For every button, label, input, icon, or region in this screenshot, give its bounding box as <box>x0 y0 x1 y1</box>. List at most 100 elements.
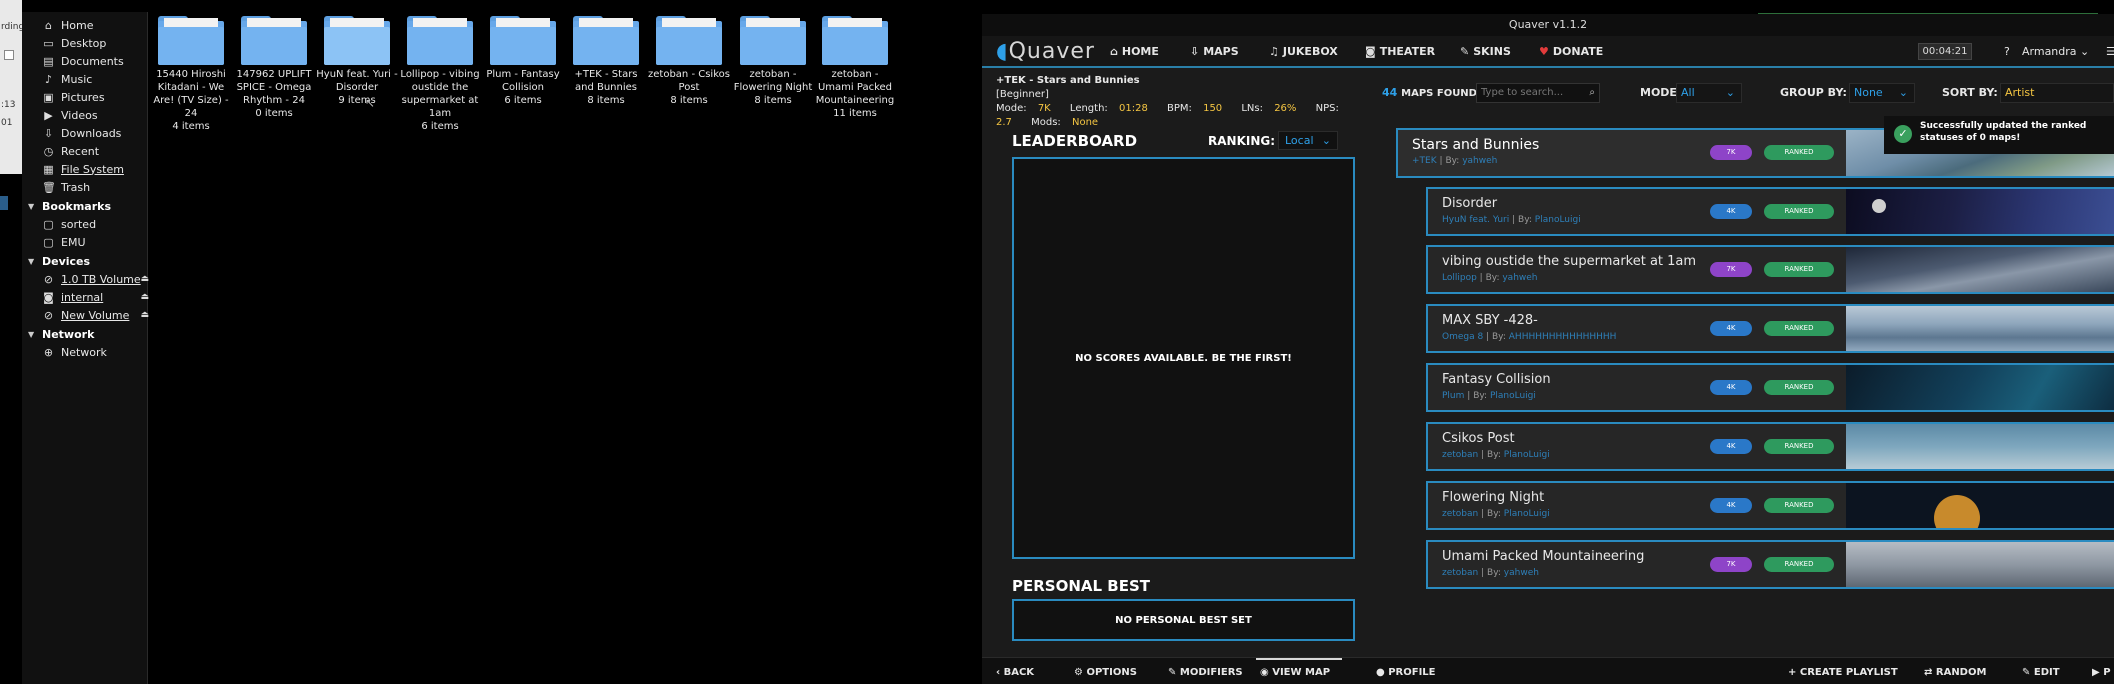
nav-donate[interactable]: ♥ DONATE <box>1539 45 1603 58</box>
nav-label: THEATER <box>1379 45 1436 58</box>
sidebar-item-1tb-volume[interactable]: ⊘ 1.0 TB Volume ⏏ <box>42 270 149 288</box>
sidebar-item-internal[interactable]: ◙ internal ⏏ <box>42 288 149 306</box>
folder-item[interactable]: zetoban - Csikos Post 8 items <box>647 12 731 107</box>
bookmarks-header[interactable]: ▼ Bookmarks <box>28 197 111 215</box>
back-button[interactable]: ‹ BACK <box>996 667 1034 678</box>
sidebar-item-desktop[interactable]: ▭ Desktop <box>42 34 106 52</box>
status-badge: RANKED <box>1764 204 1834 219</box>
sort-by-select[interactable]: Artist <box>2000 83 2114 103</box>
folder-icon <box>241 12 307 66</box>
song-card[interactable]: vibing oustide the supermarket at 1am Lo… <box>1426 245 2114 294</box>
song-banner <box>1846 542 2114 587</box>
status-badge: RANKED <box>1764 498 1834 513</box>
nav-skins[interactable]: ✎ SKINS <box>1460 45 1511 58</box>
sidebar-item-downloads[interactable]: ⇩ Downloads <box>42 124 122 142</box>
sidebar-item-file-system[interactable]: ▦ File System <box>42 160 124 178</box>
options-button[interactable]: ⚙ OPTIONS <box>1074 667 1137 678</box>
folder-count: 8 items <box>670 95 708 106</box>
song-banner <box>1846 306 2114 351</box>
eject-icon[interactable]: ⏏ <box>140 310 149 320</box>
edge-selection <box>0 196 8 210</box>
nav-label: MAPS <box>1203 45 1239 58</box>
folder-icon <box>324 12 390 66</box>
folder-item[interactable]: 15440 Hiroshi Kitadani - We Are! (TV Siz… <box>149 12 233 133</box>
help-button[interactable]: ? <box>2004 45 2010 58</box>
sidebar-item-pictures[interactable]: ▣ Pictures <box>42 88 104 106</box>
sidebar-item-documents[interactable]: ▤ Documents <box>42 52 123 70</box>
eject-icon[interactable]: ⏏ <box>140 274 149 284</box>
nav-jukebox[interactable]: ♫ JUKEBOX <box>1269 45 1338 58</box>
edge-checkbox[interactable] <box>4 50 14 60</box>
button-label: RANDOM <box>1935 667 1987 678</box>
menu-icon[interactable]: ☰ <box>2106 45 2114 58</box>
sidebar-item-network[interactable]: ⊕ Network <box>42 343 107 361</box>
moon-shape <box>1934 495 1980 528</box>
nav-label: DONATE <box>1552 45 1604 58</box>
devices-header[interactable]: ▼ Devices <box>28 252 90 270</box>
create-playlist-button[interactable]: + CREATE PLAYLIST <box>1788 667 1898 678</box>
personal-best-title: PERSONAL BEST <box>1012 577 1151 595</box>
profile-button[interactable]: ● PROFILE <box>1376 667 1436 678</box>
sidebar-item-emu[interactable]: ▢ EMU <box>42 233 85 251</box>
folder-item[interactable]: 147962 UPLIFT SPICE - Omega Rhythm - 24 0… <box>232 12 316 120</box>
nav-maps[interactable]: ⇩ MAPS <box>1190 45 1239 58</box>
folder-name: 147962 UPLIFT SPICE - Omega Rhythm - 24 <box>236 69 312 106</box>
documents-icon: ▤ <box>43 54 54 68</box>
random-button[interactable]: ⇄ RANDOM <box>1924 667 1986 678</box>
sidebar-item-videos[interactable]: ▶ Videos <box>42 106 97 124</box>
keys-badge: 7K <box>1710 262 1752 277</box>
folder-count: 11 items <box>833 108 877 119</box>
sidebar-item-home[interactable]: ⌂ Home <box>42 16 93 34</box>
song-card[interactable]: Flowering Night zetoban | By: PlanoLuigi… <box>1426 481 2114 530</box>
sidebar-item-music[interactable]: ♪ Music <box>42 70 92 88</box>
song-card[interactable]: Csikos Post zetoban | By: PlanoLuigi 4K … <box>1426 422 2114 471</box>
modifiers-button[interactable]: ✎ MODIFIERS <box>1168 667 1243 678</box>
folder-item[interactable]: Plum - Fantasy Collision 6 items <box>481 12 565 107</box>
mods-stat: Mods: None <box>1031 117 1099 128</box>
folder-item[interactable]: Lollipop - vibing oustide the supermarke… <box>398 12 482 133</box>
view-map-button[interactable]: ◉ VIEW MAP <box>1260 667 1330 678</box>
sidebar-item-label: internal <box>61 290 104 304</box>
song-card[interactable]: Disorder HyuN feat. Yuri | By: PlanoLuig… <box>1426 187 2114 236</box>
keys-badge: 4K <box>1710 321 1752 336</box>
mode-select[interactable]: All ⌄ <box>1676 83 1742 103</box>
folder-item[interactable]: HyuN feat. Yuri - Disorder 9 items <box>315 12 399 107</box>
search-input[interactable]: Type to search... ⌕ <box>1476 83 1600 103</box>
sidebar-item-recent[interactable]: ◷ Recent <box>42 142 99 160</box>
status-badge: RANKED <box>1764 145 1834 160</box>
song-artist-line: Lollipop | By: yahweh <box>1442 273 1538 283</box>
song-artist-line: zetoban | By: PlanoLuigi <box>1442 509 1550 519</box>
song-title: vibing oustide the supermarket at 1am <box>1442 254 1697 269</box>
button-label: OPTIONS <box>1086 667 1137 678</box>
group-by-select[interactable]: None ⌄ <box>1849 83 1915 103</box>
sidebar-item-sorted[interactable]: ▢ sorted <box>42 215 96 233</box>
song-card[interactable]: Fantasy Collision Plum | By: PlanoLuigi … <box>1426 363 2114 412</box>
folder-name: Lollipop - vibing oustide the supermarke… <box>400 69 480 119</box>
maps-found: 44 MAPS FOUND <box>1382 86 1477 99</box>
nav-theater[interactable]: ◙ THEATER <box>1365 45 1435 58</box>
sidebar-item-trash[interactable]: 🗑 Trash <box>42 178 90 196</box>
play-button[interactable]: ▶ P <box>2092 667 2111 678</box>
mode-value: All <box>1681 86 1695 99</box>
recent-icon: ◷ <box>43 144 54 158</box>
plus-icon: + <box>1788 667 1797 678</box>
quaver-logo[interactable]: ◖Quaver <box>996 39 1095 64</box>
song-card[interactable]: MAX SBY -428- Omega 8 | By: AHHHHHHHHHHH… <box>1426 304 2114 353</box>
network-header[interactable]: ▼ Network <box>28 325 94 343</box>
song-artist-line: Omega 8 | By: AHHHHHHHHHHHHHHH <box>1442 332 1617 342</box>
ranking-select[interactable]: Local ⌄ <box>1278 131 1338 150</box>
edit-button[interactable]: ✎ EDIT <box>2022 667 2060 678</box>
song-card[interactable]: Umami Packed Mountaineering zetoban | By… <box>1426 540 2114 589</box>
user-menu[interactable]: Armandra ⌄ <box>2022 45 2089 58</box>
sidebar-item-new-volume[interactable]: ⊘ New Volume ⏏ <box>42 306 149 324</box>
mode-stat: Mode: 7K <box>996 103 1051 114</box>
nav-home[interactable]: ⌂ HOME <box>1110 45 1159 58</box>
collapse-triangle-icon: ▼ <box>28 329 35 339</box>
folder-item[interactable]: zetoban - Umami Packed Mountaineering 11 … <box>814 12 896 120</box>
leaderboard-panel: NO SCORES AVAILABLE. BE THE FIRST! <box>1012 157 1355 559</box>
moon-shape <box>1872 199 1886 213</box>
folder-item[interactable]: +TEK - Stars and Bunnies 8 items <box>564 12 648 107</box>
eject-icon[interactable]: ⏏ <box>140 292 149 302</box>
song-banner <box>1846 189 2114 234</box>
folder-item[interactable]: zetoban - Flowering Night 8 items <box>731 12 815 107</box>
